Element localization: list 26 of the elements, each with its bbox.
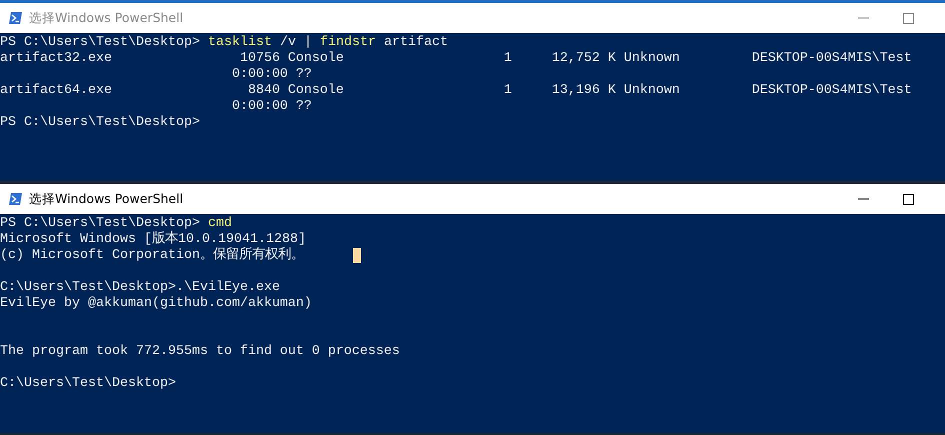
console-prompt: PS C:\Users\Test\Desktop> — [0, 115, 200, 131]
console-line: artifact64.exe 8840 Console 1 13,196 K Unknown DESKTOP-00S4MIS\Test — [0, 83, 912, 99]
maximize-icon — [903, 12, 914, 24]
console-text: artifact — [382, 35, 448, 51]
console-line: The program took 772.955ms to find out 0 processes — [0, 344, 400, 360]
console-command: tasklist — [208, 35, 272, 51]
maximize-icon — [903, 194, 914, 204]
console-line: EvilEye by @akkuman(github.com/akkuman) — [0, 296, 312, 312]
console-line: artifact32.exe 10756 Console 1 12,752 K Unknown DESKTOP-00S4MIS\Test — [0, 51, 912, 67]
console-command: cmd — [208, 216, 232, 232]
console-command: findstr — [320, 35, 376, 51]
window-title: 选择Windows PowerShell — [29, 10, 184, 26]
console-line: C:\Users\Test\Desktop> — [0, 376, 176, 392]
console-prompt: PS C:\Users\Test\Desktop> — [0, 35, 201, 51]
console-line: C:\Users\Test\Desktop>.\EvilEye.exe — [0, 280, 280, 296]
console-line: 0:00:00 ?? — [230, 99, 312, 115]
minimize-icon — [858, 198, 869, 200]
minimize-icon — [858, 17, 869, 19]
console-line: Microsoft Windows [版本10.0.19041.1288] — [0, 232, 306, 247]
console-line: 0:00:00 ?? — [230, 67, 312, 83]
window-title: 选择Windows PowerShell — [29, 190, 184, 208]
console-text: /v | — [278, 35, 313, 51]
console-prompt: PS C:\Users\Test\Desktop> — [0, 216, 201, 231]
console-line: (c) Microsoft Corporation。保留所有权利。 — [0, 248, 304, 264]
powershell-icon — [9, 12, 22, 24]
powershell-icon — [9, 193, 22, 205]
